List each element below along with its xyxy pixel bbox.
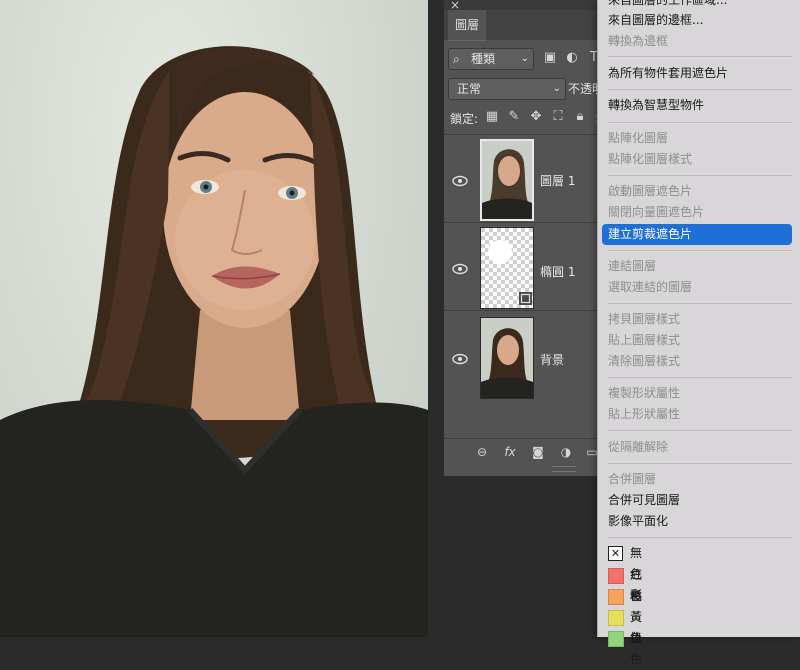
chevron-down-icon: ⌄ xyxy=(552,83,561,94)
blend-mode-label: 正常 xyxy=(457,82,482,96)
search-icon: ⌕ xyxy=(453,52,460,66)
lock-transparent-pixels-icon[interactable]: ▦ xyxy=(484,109,500,125)
menu-separator xyxy=(608,430,792,431)
menu-item-paste-layer-style[interactable]: 貼上圖層樣式 xyxy=(608,330,680,351)
menu-item-paste-shape-attributes[interactable]: 貼上形狀屬性 xyxy=(608,404,680,425)
portrait-photo xyxy=(0,46,428,637)
layer-context-menu: 來自圖層的工作區域... 來自圖層的邊框... 轉換為邊框 為所有物件套用遮色片… xyxy=(597,0,800,666)
tab-layers[interactable]: 圖層 xyxy=(448,10,486,41)
add-mask-icon[interactable]: ◙ xyxy=(530,444,546,460)
panel-bottom-bar xyxy=(444,438,604,467)
menu-item-frame-from-layers[interactable]: 來自圖層的邊框... xyxy=(608,10,703,31)
eye-icon[interactable] xyxy=(452,353,468,365)
lock-artboard-icon[interactable]: ⛶ xyxy=(550,109,566,125)
menu-separator xyxy=(608,56,792,57)
eye-icon[interactable] xyxy=(452,175,468,187)
menu-item-rasterize-layer-style[interactable]: 點陣化圖層樣式 xyxy=(608,149,692,170)
adjustment-filter-icon[interactable]: ◐ xyxy=(564,50,580,66)
menu-item-convert-to-frame[interactable]: 轉換為邊框 xyxy=(608,31,668,52)
fx-icon[interactable]: fx xyxy=(502,444,518,460)
panel-gap xyxy=(428,0,444,637)
menu-separator xyxy=(608,89,792,90)
layer-thumbnail xyxy=(480,139,534,221)
layer-name: 背景 xyxy=(540,353,565,367)
menu-item-copy-shape-attributes[interactable]: 複製形狀屬性 xyxy=(608,383,680,404)
layer-row-2[interactable]: 橢圓 1 xyxy=(444,222,604,309)
menu-separator xyxy=(608,175,792,176)
menu-item-link-layers[interactable]: 連結圖層 xyxy=(608,256,656,277)
menu-separator xyxy=(608,463,792,464)
menu-item-convert-to-smart-object[interactable]: 轉換為智慧型物件 xyxy=(608,95,704,116)
menu-item-create-clipping-mask[interactable]: 建立剪裁遮色片 xyxy=(602,224,792,245)
menu-separator xyxy=(608,122,792,123)
menu-item-release-from-isolation[interactable]: 從隔離解除 xyxy=(608,437,668,458)
color-swatch xyxy=(608,589,624,605)
document-canvas[interactable] xyxy=(0,0,428,637)
menu-item-disable-vector-mask[interactable]: 關閉向量圖遮色片 xyxy=(608,202,704,223)
menu-separator xyxy=(608,537,792,538)
color-swatch xyxy=(608,568,624,584)
menu-item-merge-visible[interactable]: 合併可見圖層 xyxy=(608,490,680,511)
image-filter-icon[interactable]: ▣ xyxy=(542,50,558,66)
layers-panel: × 圖層 ⌕ 種類 ⌄ ▣ ◐ T 正常 ⌄ 不透明 鎖定: ▦ ✎ ✥ ⛶ 🔒… xyxy=(444,0,608,637)
color-swatch xyxy=(608,610,624,626)
menu-separator xyxy=(608,250,792,251)
menu-item-copy-layer-style[interactable]: 拷貝圖層樣式 xyxy=(608,309,680,330)
menu-separator xyxy=(608,377,792,378)
menu-item-select-linked-layers[interactable]: 選取連結的圖層 xyxy=(608,277,692,298)
layer-name: 圖層 1 xyxy=(540,174,576,188)
color-swatch xyxy=(608,631,624,647)
panel-topbar xyxy=(444,0,604,10)
lock-label: 鎖定: xyxy=(450,112,479,126)
resize-grip[interactable] xyxy=(552,466,576,472)
menu-item-enable-layer-mask[interactable]: 啟動圖層遮色片 xyxy=(608,181,692,202)
menu-item-rasterize-layer[interactable]: 點陣化圖層 xyxy=(608,128,668,149)
filter-kind-label: 種類 xyxy=(471,52,496,66)
blend-mode-select[interactable]: 正常 ⌄ xyxy=(448,78,566,100)
eye-icon[interactable] xyxy=(452,263,468,275)
layer-name: 橢圓 1 xyxy=(540,265,576,279)
menu-item-flatten-image[interactable]: 影像平面化 xyxy=(608,511,668,532)
lock-image-pixels-icon[interactable]: ✎ xyxy=(506,109,522,125)
menu-item-mask-all-objects[interactable]: 為所有物件套用遮色片 xyxy=(608,63,728,84)
link-layers-icon[interactable]: ⊖ xyxy=(474,444,490,460)
layer-thumbnail xyxy=(480,317,534,399)
menu-item-merge-layers[interactable]: 合併圖層 xyxy=(608,469,656,490)
color-label: 綠色 xyxy=(630,631,643,666)
menu-item-clear-layer-style[interactable]: 清除圖層樣式 xyxy=(608,351,680,372)
filter-kind-select[interactable]: ⌕ 種類 ⌄ xyxy=(448,48,534,70)
layer-row-1[interactable]: 圖層 1 xyxy=(444,134,604,223)
layer-row-3[interactable]: 背景 xyxy=(444,310,604,399)
layer-thumbnail xyxy=(480,227,534,309)
no-color-icon: ✕ xyxy=(608,546,623,561)
lock-position-icon[interactable]: ✥ xyxy=(528,109,544,125)
menu-separator xyxy=(608,303,792,304)
chevron-down-icon: ⌄ xyxy=(520,53,529,64)
adjustment-layer-icon[interactable]: ◑ xyxy=(558,444,574,460)
lock-all-icon[interactable]: 🔒︎ xyxy=(572,109,588,125)
panel-empty-area xyxy=(444,476,604,637)
